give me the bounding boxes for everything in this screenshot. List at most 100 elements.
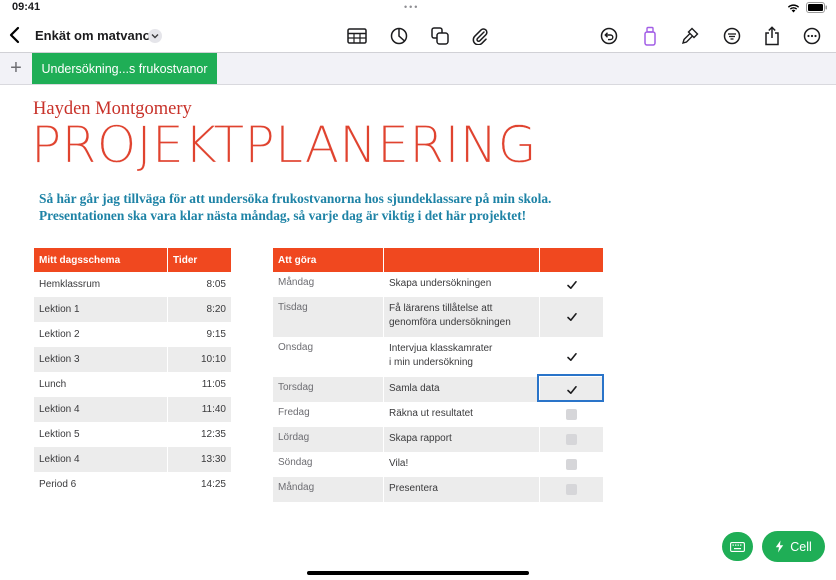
todo-header-task[interactable] (383, 248, 540, 272)
schedule-time-cell[interactable]: 8:20 (167, 297, 232, 322)
schedule-time-cell[interactable]: 9:15 (167, 322, 232, 347)
page-title[interactable]: PROJEKTPLANERING (31, 116, 537, 174)
schedule-activity-cell[interactable]: Lunch (34, 372, 168, 397)
todo-task-cell[interactable]: Presentera (383, 477, 540, 502)
schedule-time-cell[interactable]: 14:25 (167, 472, 232, 497)
table-row[interactable]: Onsdag Intervjua klasskamrater i min under… (273, 337, 604, 377)
table-row[interactable]: Period 6 14:25 (34, 472, 232, 497)
todo-task-cell[interactable]: Skapa undersökningen (383, 272, 540, 297)
table-row[interactable]: Lektion 4 11:40 (34, 397, 232, 422)
document-title[interactable]: Enkät om matvanor (35, 28, 156, 43)
table-row[interactable]: Lördag Skapa rapport (273, 427, 604, 452)
todo-day-cell[interactable]: Fredag (273, 402, 384, 427)
title-menu-chevron-icon[interactable] (148, 29, 162, 43)
todo-task-cell[interactable]: Räkna ut resultatet (383, 402, 540, 427)
shapes-icon[interactable] (429, 25, 451, 47)
table-row[interactable]: Hemklassrum 8:05 (34, 272, 232, 297)
table-row[interactable]: Fredag Räkna ut resultatet (273, 402, 604, 427)
schedule-activity-cell[interactable]: Lektion 4 (34, 447, 168, 472)
todo-task-cell[interactable]: Vila! (383, 452, 540, 477)
status-icons (787, 2, 828, 13)
cell-button[interactable]: Cell (762, 531, 825, 562)
todo-check-cell[interactable] (539, 477, 604, 502)
table-row[interactable]: Lektion 1 8:20 (34, 297, 232, 322)
table-row[interactable]: Måndag Presentera (273, 477, 604, 502)
schedule-activity-cell[interactable]: Lektion 2 (34, 322, 168, 347)
todo-day-cell[interactable]: Tisdag (273, 297, 384, 337)
schedule-header-time[interactable]: Tider (167, 248, 232, 272)
table-icon[interactable] (346, 25, 368, 47)
table-row[interactable]: Lektion 3 10:10 (34, 347, 232, 372)
table-row[interactable]: Tisdag Få lärarens tillåtelse att genomför… (273, 297, 604, 337)
schedule-activity-cell[interactable]: Lektion 1 (34, 297, 168, 322)
checkmark-icon (566, 280, 577, 289)
todo-check-cell[interactable] (539, 337, 604, 377)
intro-line-1: Så här går jag tillväga för att undersök… (39, 191, 552, 206)
todo-day-cell[interactable]: Onsdag (273, 337, 384, 377)
intro-text[interactable]: Så här går jag tillväga för att undersök… (39, 190, 739, 224)
battery-icon (806, 2, 827, 13)
format-icon[interactable] (679, 25, 701, 47)
status-time: 09:41 (12, 1, 41, 13)
schedule-activity-cell[interactable]: Lektion 3 (34, 347, 168, 372)
back-chevron-icon[interactable] (8, 26, 22, 44)
selected-cell-outline[interactable] (537, 374, 604, 402)
checkbox-icon[interactable] (566, 433, 577, 445)
chart-icon[interactable] (388, 25, 410, 47)
checkbox-icon[interactable] (566, 483, 577, 495)
todo-task-cell[interactable]: Få lärarens tillåtelse att genomföra unde… (383, 297, 540, 337)
checkbox-icon[interactable] (566, 458, 577, 470)
table-row[interactable]: Lektion 5 12:35 (34, 422, 232, 447)
schedule-activity-cell[interactable]: Lektion 4 (34, 397, 168, 422)
todo-day-cell[interactable]: Torsdag (273, 377, 384, 402)
todo-check-cell[interactable] (539, 297, 604, 337)
filter-icon[interactable] (721, 25, 743, 47)
todo-check-cell[interactable] (539, 452, 604, 477)
todo-day-cell[interactable]: Måndag (273, 477, 384, 502)
add-sheet-button[interactable]: + (6, 57, 26, 79)
todo-check-cell[interactable] (539, 402, 604, 427)
schedule-activity-cell[interactable]: Lektion 5 (34, 422, 168, 447)
table-row[interactable]: Lunch 11:05 (34, 372, 232, 397)
attachment-icon[interactable] (469, 25, 491, 47)
checkmark-icon (566, 353, 577, 361)
schedule-time-cell[interactable]: 11:40 (167, 397, 232, 422)
schedule-activity-cell[interactable]: Period 6 (34, 472, 168, 497)
keyboard-button[interactable] (722, 532, 753, 561)
sheet-tab-active[interactable]: Undersökning...s frukostvanor (32, 53, 217, 84)
home-indicator (307, 571, 529, 575)
schedule-time-cell[interactable]: 8:05 (167, 272, 232, 297)
table-row[interactable]: Lektion 4 13:30 (34, 447, 232, 472)
todo-header-day[interactable]: Att göra (273, 248, 384, 272)
schedule-time-cell[interactable]: 13:30 (167, 447, 232, 472)
intro-line-2: Presentationen ska vara klar nästa månda… (39, 208, 527, 223)
todo-check-cell[interactable] (539, 427, 604, 452)
todo-day-cell[interactable]: Söndag (273, 452, 384, 477)
todo-day-cell[interactable]: Lördag (273, 427, 384, 452)
checkmark-icon (566, 313, 577, 321)
cell-button-label: Cell (790, 539, 812, 554)
todo-day-cell[interactable]: Måndag (273, 272, 384, 297)
todo-task-cell[interactable]: Skapa rapport (383, 427, 540, 452)
more-icon[interactable] (801, 25, 823, 47)
checkbox-icon[interactable] (566, 408, 577, 420)
table-row[interactable]: Söndag Vila! (273, 452, 604, 477)
todo-task-cell[interactable]: Samla data (383, 377, 540, 402)
table-row[interactable]: Måndag Skapa undersökningen (273, 272, 604, 297)
schedule-time-cell[interactable]: 10:10 (167, 347, 232, 372)
todo-task-cell[interactable]: Intervjua klasskamrater i min undersöknin… (383, 337, 540, 377)
schedule-activity-cell[interactable]: Hemklassrum (34, 272, 168, 297)
share-icon[interactable] (761, 25, 783, 47)
multitasking-dots-icon[interactable]: ••• (404, 2, 419, 12)
keyboard-icon (730, 541, 745, 552)
lightning-icon (776, 540, 784, 553)
schedule-time-cell[interactable]: 12:35 (167, 422, 232, 447)
table-row[interactable]: Lektion 2 9:15 (34, 322, 232, 347)
schedule-header-activity[interactable]: Mitt dagsschema (34, 248, 168, 272)
schedule-time-cell[interactable]: 11:05 (167, 372, 232, 397)
undo-icon[interactable] (598, 25, 620, 47)
paintbrush-icon[interactable] (639, 25, 661, 47)
schedule-table[interactable]: Mitt dagsschema Tider Hemklassrum 8:05 Lek… (34, 248, 232, 497)
todo-check-cell[interactable] (539, 272, 604, 297)
todo-header-check[interactable] (539, 248, 604, 272)
